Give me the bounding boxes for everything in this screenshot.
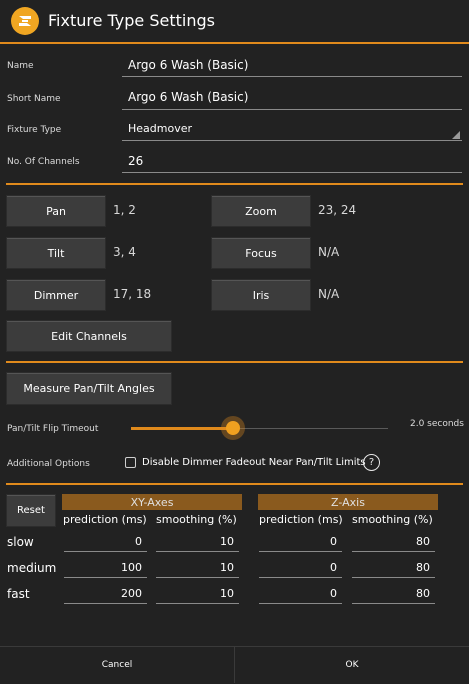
dimmer-channels: 17, 18	[113, 287, 152, 301]
tilt-button[interactable]: Tilt	[6, 237, 106, 269]
input-underline	[259, 551, 342, 552]
z-smoothing-input[interactable]: 80	[352, 535, 430, 548]
slider-track-filled[interactable]	[131, 427, 233, 430]
title-bar: Fixture Type Settings	[0, 0, 469, 42]
zoom-button[interactable]: Zoom	[211, 195, 311, 227]
xy-axes-header: XY-Axes	[62, 494, 242, 510]
z-smoothing-header: smoothing (%)	[352, 513, 433, 526]
z-smoothing-input[interactable]: 80	[352, 561, 430, 574]
xy-prediction-input[interactable]: 100	[64, 561, 142, 574]
input-underline	[64, 551, 147, 552]
title-divider	[0, 42, 469, 44]
fixture-type-underline	[122, 140, 462, 141]
input-underline	[352, 577, 435, 578]
fixture-type-select[interactable]: Headmover	[128, 122, 192, 135]
row-label-medium: medium	[7, 561, 57, 575]
focus-button[interactable]: Focus	[211, 237, 311, 269]
pan-button[interactable]: Pan	[6, 195, 106, 227]
channels-field-underline	[122, 172, 462, 173]
zoom-channels: 23, 24	[318, 203, 357, 217]
section-divider	[6, 361, 463, 363]
z-axis-header: Z-Axis	[258, 494, 438, 510]
cancel-button[interactable]: Cancel	[0, 646, 234, 683]
fixture-type-label: Fixture Type	[7, 125, 62, 135]
xy-prediction-header: prediction (ms)	[63, 513, 147, 526]
slider-track[interactable]	[233, 428, 388, 429]
xy-prediction-input[interactable]: 0	[64, 535, 142, 548]
flip-timeout-slider-thumb[interactable]	[226, 421, 240, 435]
section-divider	[6, 483, 463, 485]
z-prediction-header: prediction (ms)	[259, 513, 343, 526]
z-prediction-input[interactable]: 0	[259, 535, 337, 548]
iris-button[interactable]: Iris	[211, 279, 311, 311]
input-underline	[259, 577, 342, 578]
name-field[interactable]: Argo 6 Wash (Basic)	[128, 58, 248, 72]
tilt-channels: 3, 4	[113, 245, 136, 259]
checkbox-label[interactable]: Disable Dimmer Fadeout Near Pan/Tilt Lim…	[142, 457, 366, 468]
flip-timeout-label: Pan/Tilt Flip Timeout	[7, 424, 99, 434]
xy-smoothing-header: smoothing (%)	[156, 513, 237, 526]
z-smoothing-input[interactable]: 80	[352, 587, 430, 600]
input-underline	[156, 603, 239, 604]
short-name-field-underline	[122, 109, 462, 110]
dimmer-button[interactable]: Dimmer	[6, 279, 106, 311]
z-prediction-input[interactable]: 0	[259, 561, 337, 574]
input-underline	[352, 551, 435, 552]
dropdown-caret-icon[interactable]	[452, 131, 460, 139]
help-icon[interactable]: ?	[363, 454, 380, 471]
input-underline	[259, 603, 342, 604]
ok-button[interactable]: OK	[235, 646, 469, 683]
xy-smoothing-input[interactable]: 10	[156, 535, 234, 548]
short-name-field[interactable]: Argo 6 Wash (Basic)	[128, 90, 248, 104]
page-title: Fixture Type Settings	[48, 11, 215, 30]
edit-channels-button[interactable]: Edit Channels	[6, 320, 172, 352]
short-name-label: Short Name	[7, 94, 61, 104]
section-divider	[6, 183, 463, 185]
app-logo-icon	[11, 7, 39, 35]
name-label: Name	[7, 61, 34, 71]
input-underline	[64, 603, 147, 604]
xy-smoothing-input[interactable]: 10	[156, 587, 234, 600]
flip-timeout-value: 2.0 seconds	[410, 419, 464, 429]
pan-channels: 1, 2	[113, 203, 136, 217]
input-underline	[156, 551, 239, 552]
row-label-slow: slow	[7, 535, 34, 549]
channels-label: No. Of Channels	[7, 157, 80, 167]
xy-smoothing-input[interactable]: 10	[156, 561, 234, 574]
focus-channels: N/A	[318, 245, 340, 259]
row-label-fast: fast	[7, 587, 30, 601]
input-underline	[352, 603, 435, 604]
z-prediction-input[interactable]: 0	[259, 587, 337, 600]
measure-pan-tilt-button[interactable]: Measure Pan/Tilt Angles	[6, 372, 172, 405]
additional-options-label: Additional Options	[7, 459, 90, 469]
channels-field[interactable]: 26	[128, 154, 143, 168]
input-underline	[64, 577, 147, 578]
reset-button[interactable]: Reset	[6, 494, 56, 527]
input-underline	[156, 577, 239, 578]
disable-dimmer-fadeout-checkbox[interactable]	[125, 457, 136, 468]
xy-prediction-input[interactable]: 200	[64, 587, 142, 600]
name-field-underline	[122, 76, 462, 77]
iris-channels: N/A	[318, 287, 340, 301]
